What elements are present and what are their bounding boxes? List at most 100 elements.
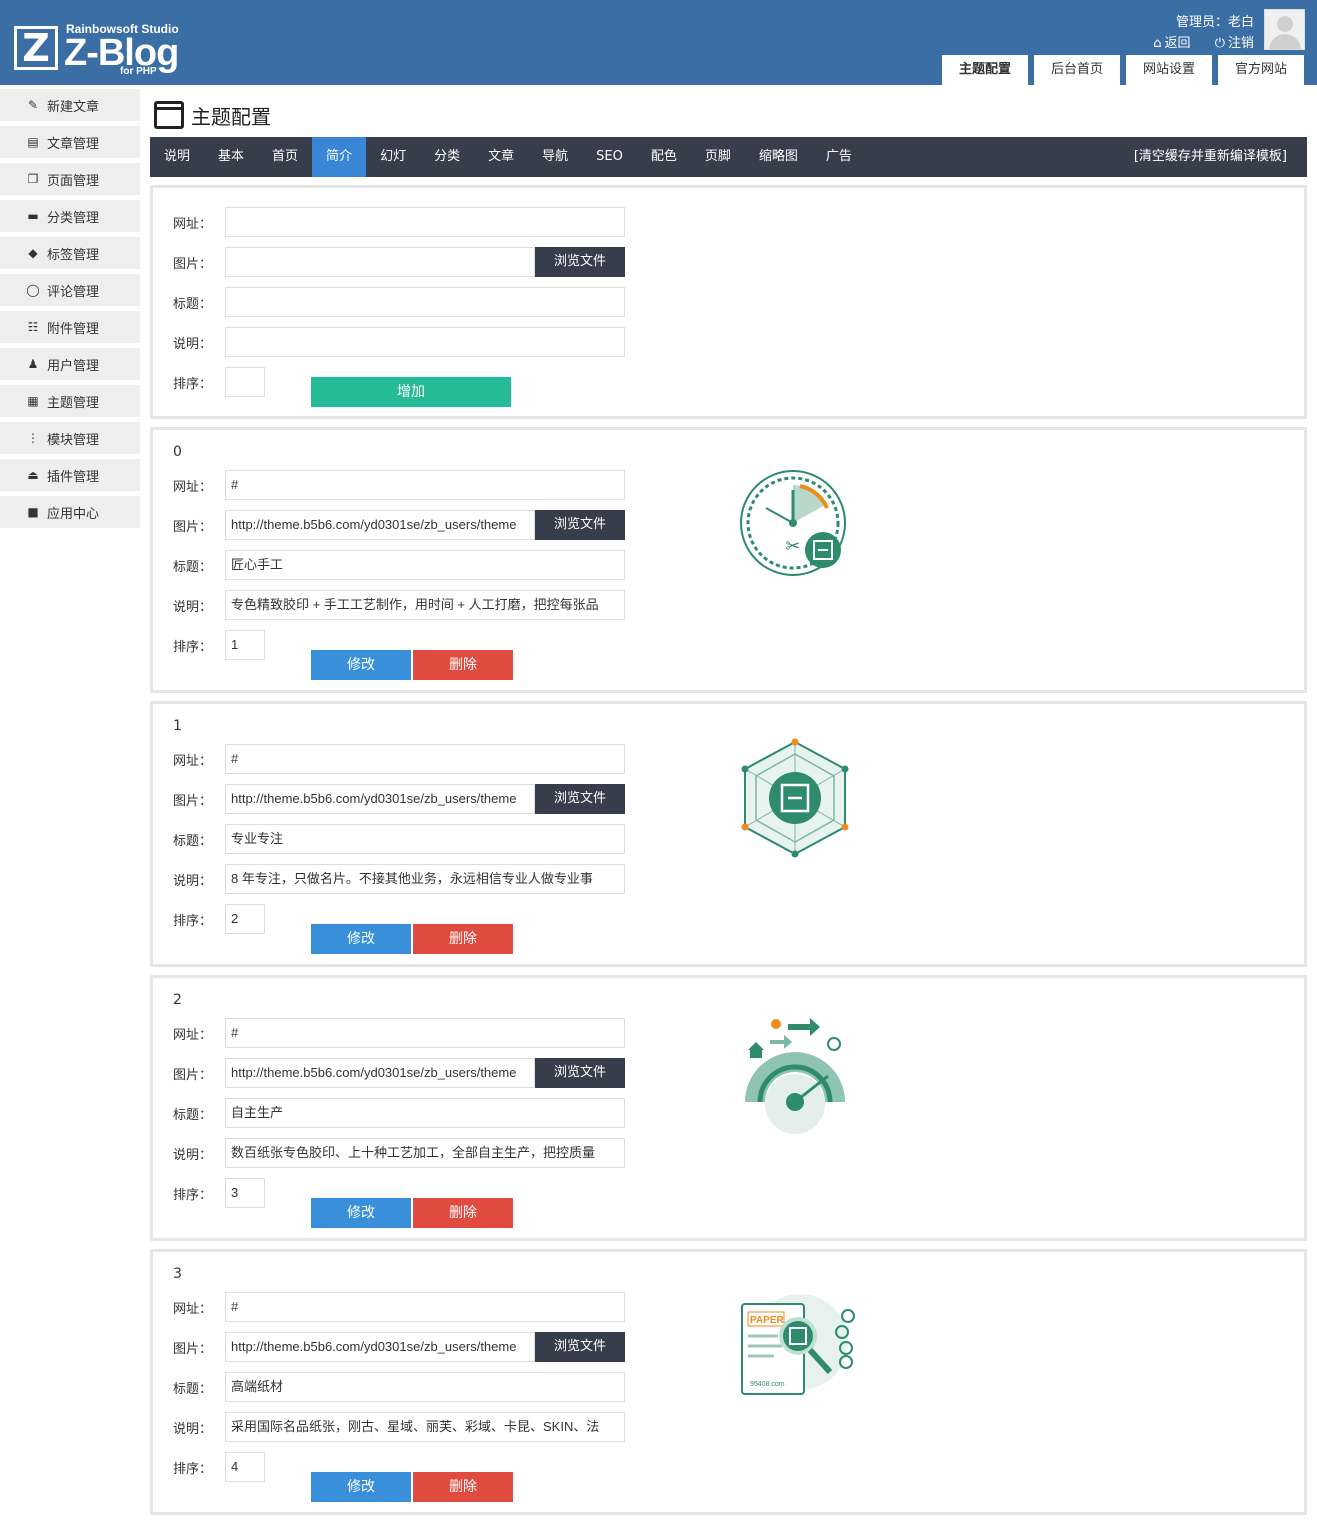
sidebar-item-themes[interactable]: ▦ 主题管理 xyxy=(0,385,140,417)
tab-navigation[interactable]: 导航 xyxy=(528,137,582,177)
tab-slides[interactable]: 幻灯 xyxy=(366,137,420,177)
url-label: 网址： xyxy=(173,479,213,495)
image-label: 图片： xyxy=(173,1341,213,1357)
tab-intro-notes[interactable]: 说明 xyxy=(150,137,204,177)
browse-file-button[interactable]: 浏览文件 xyxy=(535,1058,625,1088)
edit-button[interactable]: 修改 xyxy=(311,1472,411,1502)
desc-input[interactable]: 8 年专注，只做名片。不接其他业务，永远相信专业人做专业事 xyxy=(225,864,625,894)
sidebar-item-new-article[interactable]: ✎ 新建文章 xyxy=(0,89,140,121)
sidebar-item-users[interactable]: ♟ 用户管理 xyxy=(0,348,140,380)
order-input[interactable]: 2 xyxy=(225,904,265,934)
desc-label: 说明： xyxy=(173,599,213,615)
browse-file-button[interactable]: 浏览文件 xyxy=(535,510,625,540)
tab-footer[interactable]: 页脚 xyxy=(691,137,745,177)
sidebar-item-articles[interactable]: ▤ 文章管理 xyxy=(0,126,140,158)
comment-icon: ◯ xyxy=(26,283,40,297)
tab-colors[interactable]: 配色 xyxy=(637,137,691,177)
tab-ads[interactable]: 广告 xyxy=(812,137,866,177)
title-label: 标题： xyxy=(173,296,213,312)
delete-button[interactable]: 删除 xyxy=(413,650,513,680)
logout-link[interactable]: ⏻ 注销 xyxy=(1215,36,1254,51)
browse-file-button[interactable]: 浏览文件 xyxy=(535,1332,625,1362)
edit-button[interactable]: 修改 xyxy=(311,1198,411,1228)
top-nav-official-site[interactable]: 官方网站 xyxy=(1218,55,1304,85)
order-label: 排序： xyxy=(173,639,213,655)
tab-seo[interactable]: SEO xyxy=(582,137,637,177)
order-input[interactable]: 3 xyxy=(225,1178,265,1208)
sidebar-item-tags[interactable]: ◆ 标签管理 xyxy=(0,237,140,269)
image-input[interactable] xyxy=(225,247,535,277)
url-input[interactable]: # xyxy=(225,470,625,500)
tab-category[interactable]: 分类 xyxy=(420,137,474,177)
module-icon: ⋮ xyxy=(27,431,39,445)
clock-tools-icon: ✂ xyxy=(740,470,846,576)
add-button[interactable]: 增加 xyxy=(311,377,511,407)
url-label: 网址： xyxy=(173,216,213,232)
logo-sub-text: for PHP xyxy=(120,66,157,77)
delete-button[interactable]: 删除 xyxy=(413,1198,513,1228)
title-input[interactable]: 自主生产 xyxy=(225,1098,625,1128)
url-input[interactable]: # xyxy=(225,1292,625,1322)
clear-cache-link[interactable]: [清空缓存并重新编译模板] xyxy=(1134,137,1287,177)
hexagon-network-icon xyxy=(741,738,849,858)
title-input[interactable] xyxy=(225,287,625,317)
edit-button[interactable]: 修改 xyxy=(311,650,411,680)
sidebar-item-label: 分类管理 xyxy=(47,210,100,226)
desc-input[interactable]: 专色精致胶印 + 手工工艺制作，用时间 + 人工打磨，把控每张品 xyxy=(225,590,625,620)
url-input[interactable]: # xyxy=(225,1018,625,1048)
tag-icon: ◆ xyxy=(28,246,38,260)
delete-button[interactable]: 删除 xyxy=(413,1472,513,1502)
document-icon: ▤ xyxy=(27,135,39,149)
main-content: 主题配置 说明 基本 首页 简介 幻灯 分类 文章 导航 SEO 配色 页脚 缩… xyxy=(150,98,1307,1515)
tab-thumbnail[interactable]: 缩略图 xyxy=(745,137,812,177)
top-nav: 主题配置 后台首页 网站设置 官方网站 xyxy=(936,55,1304,85)
delete-button[interactable]: 删除 xyxy=(413,924,513,954)
desc-label: 说明： xyxy=(173,1147,213,1163)
browse-file-button[interactable]: 浏览文件 xyxy=(535,247,625,277)
tab-basic[interactable]: 基本 xyxy=(204,137,258,177)
order-input[interactable]: 4 xyxy=(225,1452,265,1482)
edit-icon: ✎ xyxy=(27,98,39,112)
top-nav-theme-config[interactable]: 主题配置 xyxy=(942,55,1028,85)
title-label: 标题： xyxy=(173,833,213,849)
sidebar-item-modules[interactable]: ⋮ 模块管理 xyxy=(0,422,140,454)
sidebar-item-label: 标签管理 xyxy=(47,247,100,263)
tab-article[interactable]: 文章 xyxy=(474,137,528,177)
edit-button[interactable]: 修改 xyxy=(311,924,411,954)
sidebar-item-comments[interactable]: ◯ 评论管理 xyxy=(0,274,140,306)
sidebar-item-categories[interactable]: ▬ 分类管理 xyxy=(0,200,140,232)
sidebar-item-pages[interactable]: ❐ 页面管理 xyxy=(0,163,140,195)
sidebar-item-plugins[interactable]: ⏏ 插件管理 xyxy=(0,459,140,491)
order-input[interactable] xyxy=(225,367,265,397)
image-input[interactable]: http://theme.b5b6.com/yd0301se/zb_users/… xyxy=(225,510,535,540)
image-label: 图片： xyxy=(173,519,213,535)
top-nav-dashboard[interactable]: 后台首页 xyxy=(1034,55,1120,85)
url-input[interactable]: # xyxy=(225,744,625,774)
image-input[interactable]: http://theme.b5b6.com/yd0301se/zb_users/… xyxy=(225,1332,535,1362)
config-tabs: 说明 基本 首页 简介 幻灯 分类 文章 导航 SEO 配色 页脚 缩略图 广告… xyxy=(150,137,1307,177)
sidebar-item-attachments[interactable]: ☷ 附件管理 xyxy=(0,311,140,343)
browse-file-button[interactable]: 浏览文件 xyxy=(535,784,625,814)
url-input[interactable] xyxy=(225,207,625,237)
top-nav-site-settings[interactable]: 网站设置 xyxy=(1126,55,1212,85)
paper-footer-text: 95408.com xyxy=(750,1381,785,1388)
desc-input[interactable] xyxy=(225,327,625,357)
image-input[interactable]: http://theme.b5b6.com/yd0301se/zb_users/… xyxy=(225,1058,535,1088)
tab-summary[interactable]: 简介 xyxy=(312,137,367,177)
user-icon: ♟ xyxy=(27,357,39,371)
tab-home[interactable]: 首页 xyxy=(258,137,312,177)
image-input[interactable]: http://theme.b5b6.com/yd0301se/zb_users/… xyxy=(225,784,535,814)
user-actions: ⌂ 返回 ⏻ 注销 xyxy=(1133,32,1254,51)
desc-input[interactable]: 数百纸张专色胶印、上十种工艺加工，全部自主生产，把控质量 xyxy=(225,1138,625,1168)
title-input[interactable]: 匠心手工 xyxy=(225,550,625,580)
zblog-logo[interactable]: Z Rainbowsoft Studio Z-Blog for PHP xyxy=(14,18,214,78)
title-input[interactable]: 专业专注 xyxy=(225,824,625,854)
sidebar-item-app-center[interactable]: ■ 应用中心 xyxy=(0,496,140,528)
title-input[interactable]: 高端纸材 xyxy=(225,1372,625,1402)
back-link[interactable]: ⌂ 返回 xyxy=(1153,36,1190,51)
avatar[interactable] xyxy=(1264,9,1305,50)
desc-input[interactable]: 采用国际名品纸张，刚古、星域、丽芙、彩域、卡昆、SKIN、法 xyxy=(225,1412,625,1442)
app-header: Z Rainbowsoft Studio Z-Blog for PHP 管理员：… xyxy=(0,0,1317,85)
order-input[interactable]: 1 xyxy=(225,630,265,660)
folder-icon: ▬ xyxy=(27,209,39,223)
